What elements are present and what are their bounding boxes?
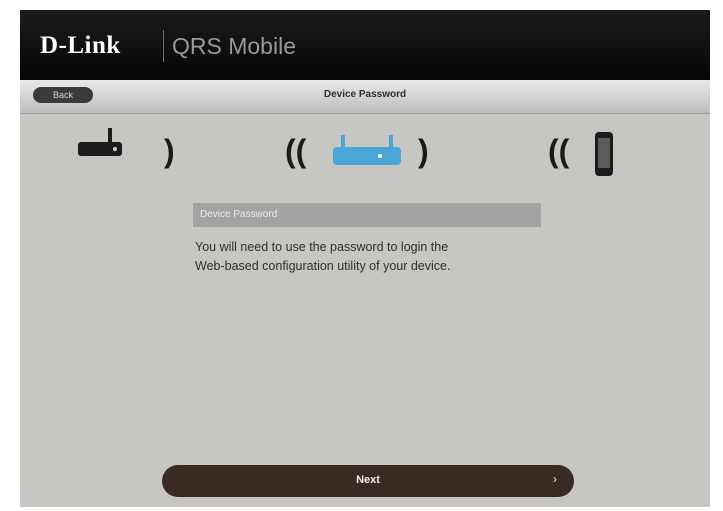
next-button[interactable]: Next › [162, 465, 574, 497]
instruction-line: You will need to use the password to log… [195, 240, 449, 254]
section-heading: Device Password [193, 203, 541, 227]
page-title: Device Password [323, 89, 407, 100]
signal-waves-icon: (( [548, 133, 570, 169]
signal-waves-icon: ) [164, 133, 175, 169]
app-header: D-Link QRS Mobile [20, 10, 710, 80]
navigation-bar: Back Device Password [20, 80, 710, 114]
phone-icon [595, 132, 615, 178]
modem-icon [78, 128, 128, 160]
next-button-label: Next [356, 474, 380, 486]
dlink-logo: D-Link [40, 32, 121, 59]
app-title: QRS Mobile [172, 33, 296, 59]
signal-waves-icon: ) [418, 133, 429, 169]
chevron-right-icon: › [553, 472, 557, 486]
logo-divider [163, 30, 164, 62]
instruction-line: Web-based configuration utility of your … [195, 259, 451, 273]
router-icon [331, 133, 403, 167]
instruction-text: You will need to use the password to log… [195, 238, 575, 276]
app-window: D-Link QRS Mobile Back Device Password )… [20, 10, 710, 507]
signal-waves-icon: (( [285, 133, 307, 169]
